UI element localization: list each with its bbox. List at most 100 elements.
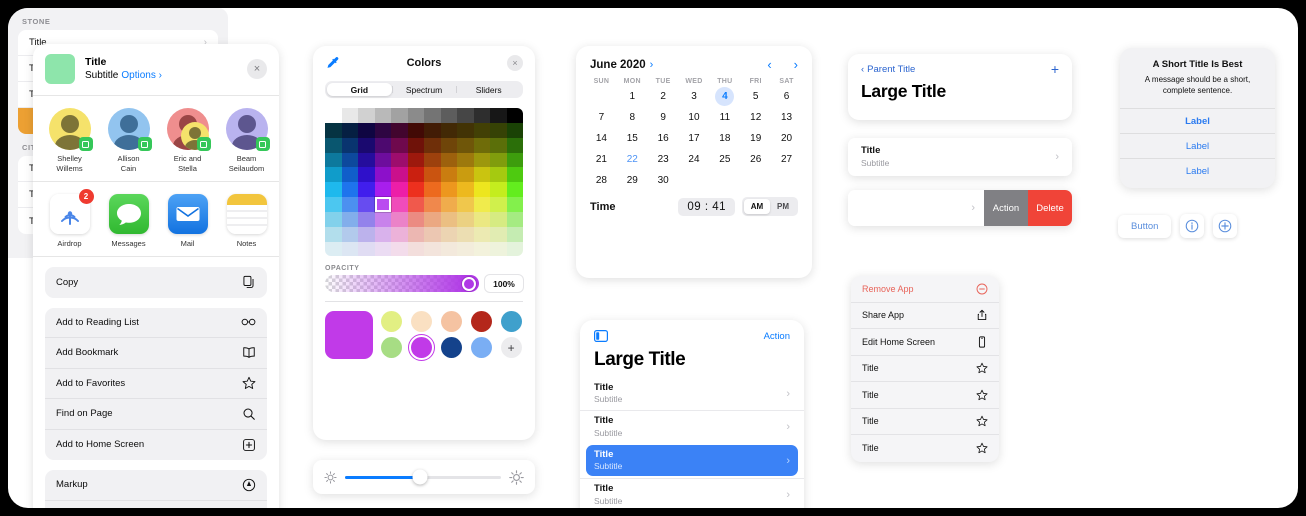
grid-swatch[interactable] <box>341 108 358 123</box>
color-swatch[interactable] <box>440 311 462 333</box>
grid-swatch[interactable] <box>341 241 358 257</box>
grid-swatch[interactable] <box>325 182 342 198</box>
swipe-delete-button[interactable]: Delete <box>1028 190 1072 226</box>
grid-swatch[interactable] <box>457 211 474 227</box>
share-action-row[interactable]: Add Bookmark <box>45 338 267 369</box>
am-button[interactable]: AM <box>744 199 770 214</box>
grid-swatch[interactable] <box>506 108 523 123</box>
grid-swatch[interactable] <box>457 167 474 183</box>
grid-swatch[interactable] <box>325 152 342 168</box>
grid-swatch[interactable] <box>407 167 424 183</box>
grid-swatch[interactable] <box>374 152 391 168</box>
grid-swatch[interactable] <box>341 137 358 153</box>
grid-swatch[interactable] <box>490 122 507 138</box>
close-icon[interactable]: × <box>507 55 523 71</box>
calendar-day[interactable]: 13 <box>771 108 802 127</box>
grid-swatch[interactable] <box>391 122 408 138</box>
share-app-mail[interactable]: Mail <box>165 194 210 248</box>
grid-swatch[interactable] <box>490 241 507 257</box>
color-swatch[interactable] <box>440 337 462 359</box>
list-item[interactable]: Title Subtitle › <box>586 445 798 476</box>
time-value[interactable]: 09 : 41 <box>678 197 735 216</box>
opacity-slider-knob[interactable] <box>462 276 476 291</box>
calendar-day[interactable]: 7 <box>586 108 617 127</box>
grid-swatch[interactable] <box>490 226 507 242</box>
brightness-slider[interactable] <box>345 469 501 485</box>
color-swatch[interactable] <box>408 334 436 362</box>
grid-swatch[interactable] <box>407 108 424 123</box>
airdrop-person[interactable]: Eric and Stella <box>165 108 211 173</box>
grid-swatch[interactable] <box>358 137 375 153</box>
grid-swatch[interactable] <box>473 197 490 212</box>
grid-swatch[interactable] <box>407 197 424 212</box>
grid-swatch[interactable] <box>473 152 490 168</box>
grid-swatch[interactable] <box>407 226 424 242</box>
context-menu-item[interactable]: Remove App <box>851 276 999 303</box>
calendar-day[interactable]: 30 <box>648 171 679 190</box>
grid-swatch[interactable] <box>391 167 408 183</box>
grid-swatch[interactable] <box>457 152 474 168</box>
calendar-day[interactable]: 9 <box>648 108 679 127</box>
grid-swatch[interactable] <box>325 241 342 257</box>
list-item[interactable]: Title Subtitle › <box>580 478 804 508</box>
grid-swatch[interactable] <box>341 167 358 183</box>
calendar-day-grid[interactable]: 1 2 3 4 5 6 7 8 9 10 11 12 13 14 15 16 17 18 19 20 21 22 23 24 2… <box>576 85 812 190</box>
close-icon[interactable]: × <box>247 59 267 79</box>
share-app-airdrop[interactable]: 2 Airdrop <box>47 189 94 248</box>
grid-swatch[interactable] <box>358 152 375 168</box>
context-menu-item[interactable]: Title <box>851 382 999 409</box>
grid-swatch[interactable] <box>341 182 358 198</box>
share-app-messages[interactable]: Messages <box>106 194 151 248</box>
grid-swatch[interactable] <box>407 152 424 168</box>
calendar-day[interactable]: 4 <box>709 87 740 106</box>
chevron-right-icon[interactable]: › <box>650 59 654 71</box>
color-swatch[interactable] <box>411 311 433 333</box>
grid-swatch[interactable] <box>440 182 457 198</box>
calendar-day[interactable]: 21 <box>586 150 617 169</box>
grid-swatch[interactable] <box>424 226 441 242</box>
calendar-day[interactable]: 2 <box>648 87 679 106</box>
grid-swatch[interactable] <box>440 167 457 183</box>
calendar-day[interactable]: 3 <box>679 87 710 106</box>
grid-swatch[interactable] <box>424 167 441 183</box>
grid-swatch[interactable] <box>506 241 523 257</box>
calendar-day[interactable]: 23 <box>648 150 679 169</box>
grid-swatch[interactable] <box>424 108 441 123</box>
grid-swatch[interactable] <box>490 137 507 153</box>
grid-swatch[interactable] <box>506 137 523 153</box>
grid-swatch[interactable] <box>506 152 523 168</box>
calendar-day[interactable]: 16 <box>648 129 679 148</box>
grid-swatch[interactable] <box>457 226 474 242</box>
share-options-link[interactable]: Options › <box>121 70 162 81</box>
colors-tab-grid[interactable]: Grid <box>327 83 392 96</box>
grid-swatch[interactable] <box>424 241 441 257</box>
grid-swatch[interactable] <box>473 167 490 183</box>
list-item[interactable]: Title Subtitle › <box>580 410 804 443</box>
grid-swatch[interactable] <box>424 137 441 153</box>
grid-swatch[interactable] <box>374 108 391 123</box>
mail-icon[interactable] <box>167 194 208 235</box>
share-action-row[interactable]: Add to Reading List <box>45 308 267 339</box>
grid-swatch[interactable] <box>490 152 507 168</box>
grid-swatch[interactable] <box>506 211 523 227</box>
grid-swatch[interactable] <box>490 211 507 227</box>
context-menu-item[interactable]: Edit Home Screen <box>851 329 999 356</box>
alert-button[interactable]: Label <box>1120 158 1275 183</box>
grid-swatch[interactable] <box>341 152 358 168</box>
grid-swatch[interactable] <box>424 197 441 212</box>
calendar-day[interactable]: 14 <box>586 129 617 148</box>
grid-swatch[interactable] <box>391 241 408 257</box>
calendar-day[interactable]: 6 <box>771 87 802 106</box>
calendar-day[interactable]: 19 <box>740 129 771 148</box>
share-action-row[interactable]: Find on Page <box>45 399 267 430</box>
grid-swatch[interactable] <box>391 137 408 153</box>
alert-button[interactable]: Label <box>1120 108 1275 133</box>
grid-swatch[interactable] <box>325 167 342 183</box>
color-swatch[interactable] <box>470 337 492 359</box>
grid-swatch[interactable] <box>407 211 424 227</box>
eyedropper-icon[interactable] <box>325 55 341 71</box>
plus-circle-icon[interactable] <box>1213 214 1238 238</box>
grid-swatch[interactable] <box>440 197 457 212</box>
grid-swatch[interactable] <box>358 211 375 227</box>
calendar-day[interactable]: 12 <box>740 108 771 127</box>
